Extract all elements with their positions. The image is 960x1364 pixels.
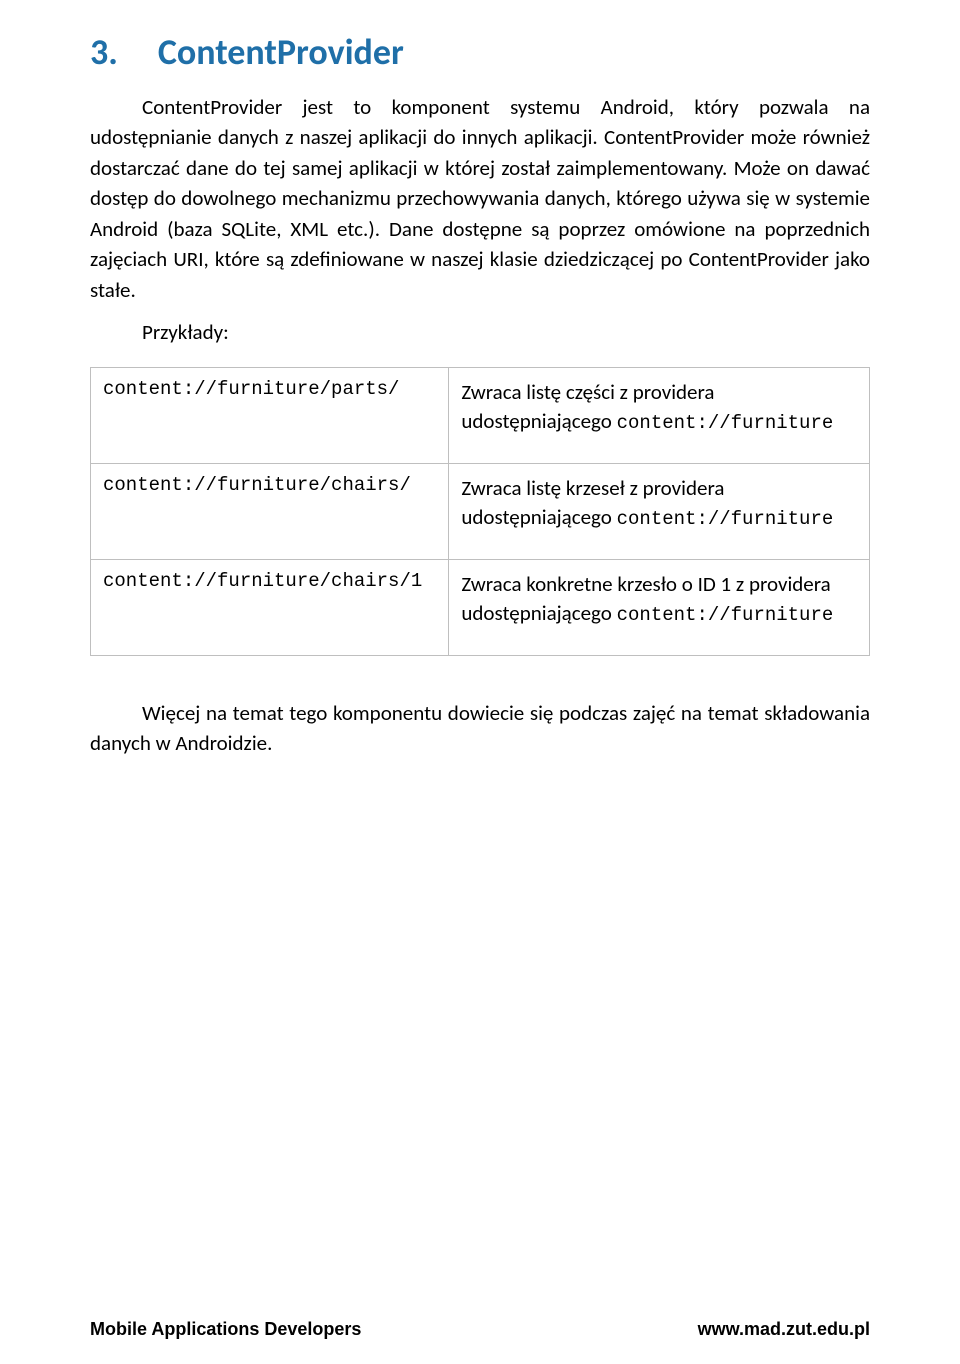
desc-cell: Zwraca konkretne krzesło o ID 1 z provid… bbox=[449, 560, 870, 656]
uri-cell: content://furniture/parts/ bbox=[91, 368, 449, 464]
uri-cell: content://furniture/chairs/ bbox=[91, 464, 449, 560]
footer-left: Mobile Applications Developers bbox=[90, 1319, 361, 1340]
desc-mono: content://furniture bbox=[617, 604, 834, 626]
uri-cell: content://furniture/chairs/1 bbox=[91, 560, 449, 656]
table-row: content://furniture/chairs/1 Zwraca konk… bbox=[91, 560, 870, 656]
footer-right: www.mad.zut.edu.pl bbox=[698, 1319, 870, 1340]
desc-mono: content://furniture bbox=[617, 508, 834, 530]
page: 3. ContentProvider ContentProvider jest … bbox=[0, 0, 960, 1364]
desc-mono: content://furniture bbox=[617, 412, 834, 434]
heading-number: 3. bbox=[90, 30, 118, 74]
desc-cell: Zwraca listę krzeseł z providera udostęp… bbox=[449, 464, 870, 560]
paragraph-outro: Więcej na temat tego komponentu dowiecie… bbox=[90, 698, 870, 759]
section-heading: 3. ContentProvider bbox=[90, 30, 870, 74]
desc-cell: Zwraca listę części z providera udostępn… bbox=[449, 368, 870, 464]
heading-title: ContentProvider bbox=[158, 30, 404, 74]
paragraph-intro: ContentProvider jest to komponent system… bbox=[90, 92, 870, 305]
table-row: content://furniture/chairs/ Zwraca listę… bbox=[91, 464, 870, 560]
examples-table: content://furniture/parts/ Zwraca listę … bbox=[90, 367, 870, 656]
examples-label: Przykłady: bbox=[90, 319, 870, 345]
page-footer: Mobile Applications Developers www.mad.z… bbox=[90, 1319, 870, 1340]
table-row: content://furniture/parts/ Zwraca listę … bbox=[91, 368, 870, 464]
